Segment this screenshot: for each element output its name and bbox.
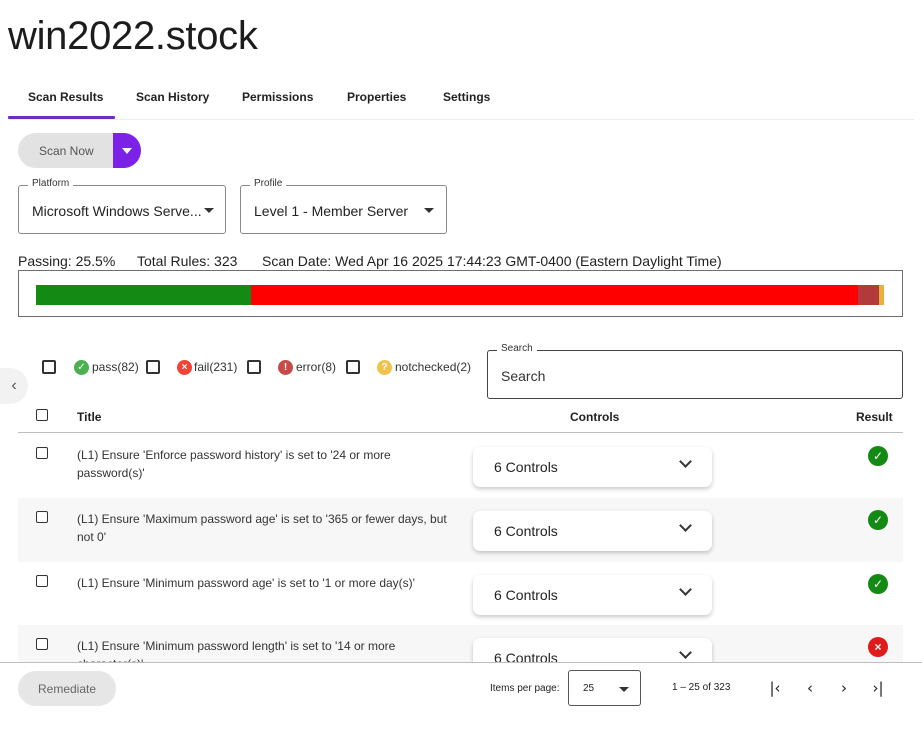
row-checkbox[interactable] xyxy=(36,447,48,459)
previous-page-button[interactable]: ‹ xyxy=(799,677,821,699)
tab-scan-results[interactable]: Scan Results xyxy=(28,90,103,104)
filter-pass-label: pass(82) xyxy=(92,360,139,374)
caret-down-icon xyxy=(424,208,434,213)
chevron-down-icon xyxy=(679,455,692,468)
filter-error-label: error(8) xyxy=(296,360,337,374)
filter-pass-checkbox[interactable] xyxy=(42,360,56,374)
chevron-down-icon xyxy=(679,646,692,659)
row-title: (L1) Ensure 'Maximum password age' is se… xyxy=(77,512,447,544)
table-row[interactable]: (L1) Ensure 'Maximum password age' is se… xyxy=(18,498,903,562)
row-title: (L1) Ensure 'Enforce password history' i… xyxy=(77,448,391,480)
chevron-left-icon: ‹ xyxy=(807,679,813,697)
last-page-icon: ›| xyxy=(872,679,884,697)
filter-fail-label: fail(231) xyxy=(194,360,238,374)
caret-down-icon xyxy=(204,208,214,213)
last-page-button[interactable]: ›| xyxy=(867,677,889,699)
exclamation-circle-icon: ! xyxy=(278,360,293,375)
bar-segment-notchecked xyxy=(878,285,884,305)
column-header-result: Result xyxy=(856,410,893,424)
check-circle-icon: ✓ xyxy=(74,360,89,375)
controls-dropdown[interactable]: 6 Controls xyxy=(473,447,712,487)
column-header-controls: Controls xyxy=(570,410,620,424)
platform-value: Microsoft Windows Serve... xyxy=(32,203,202,219)
platform-select[interactable]: Platform Microsoft Windows Serve... xyxy=(18,178,226,234)
chevron-left-icon: ‹ xyxy=(11,377,17,394)
caret-down-icon xyxy=(122,147,132,154)
chevron-down-icon xyxy=(679,519,692,532)
table-row[interactable]: (L1) Ensure 'Enforce password history' i… xyxy=(18,434,903,498)
row-title: (L1) Ensure 'Minimum password age' is se… xyxy=(77,576,415,590)
x-circle-icon: × xyxy=(868,637,888,657)
controls-label: 6 Controls xyxy=(494,587,558,603)
remediate-button[interactable]: Remediate xyxy=(18,671,116,706)
check-circle-icon: ✓ xyxy=(868,510,888,530)
items-per-page-select[interactable]: 25 xyxy=(568,670,641,706)
controls-dropdown[interactable]: 6 Controls xyxy=(473,575,712,615)
select-all-checkbox[interactable] xyxy=(36,409,48,421)
check-circle-icon: ✓ xyxy=(868,574,888,594)
controls-label: 6 Controls xyxy=(494,523,558,539)
row-checkbox[interactable] xyxy=(36,511,48,523)
scan-date: Scan Date: Wed Apr 16 2025 17:44:23 GMT-… xyxy=(262,253,722,269)
controls-dropdown[interactable]: 6 Controls xyxy=(473,511,712,551)
profile-value: Level 1 - Member Server xyxy=(254,203,409,219)
check-circle-icon: ✓ xyxy=(868,446,888,466)
page-title: win2022.stock xyxy=(8,14,258,58)
question-circle-icon: ? xyxy=(377,360,392,375)
filter-fail-checkbox[interactable] xyxy=(146,360,160,374)
results-bar xyxy=(18,270,903,317)
profile-label: Profile xyxy=(250,178,287,189)
passing-percentage: Passing: 25.5% xyxy=(18,253,116,269)
row-checkbox[interactable] xyxy=(36,575,48,587)
filter-error-checkbox[interactable] xyxy=(247,360,261,374)
collapse-panel-button[interactable]: ‹ xyxy=(0,368,28,404)
first-page-icon: |‹ xyxy=(769,679,781,697)
tab-scan-history[interactable]: Scan History xyxy=(136,90,209,104)
bar-segment-fail xyxy=(251,285,858,305)
search-input[interactable]: Search Search xyxy=(487,343,903,399)
total-rules: Total Rules: 323 xyxy=(137,253,238,269)
tab-bar: Scan Results Scan History Permissions Pr… xyxy=(8,80,914,120)
filter-notchecked-label: notchecked(2) xyxy=(395,360,472,374)
table-footer: Remediate Items per page: 25 1 – 25 of 3… xyxy=(0,662,922,738)
tab-settings[interactable]: Settings xyxy=(443,90,490,104)
bar-segment-pass xyxy=(36,285,252,305)
items-per-page-label: Items per page: xyxy=(490,683,560,694)
next-page-button[interactable]: › xyxy=(833,677,855,699)
x-circle-icon: × xyxy=(177,360,192,375)
table-row[interactable]: (L1) Ensure 'Minimum password age' is se… xyxy=(18,562,903,626)
tab-properties[interactable]: Properties xyxy=(347,90,406,104)
controls-label: 6 Controls xyxy=(494,459,558,475)
search-label: Search xyxy=(497,343,537,354)
scan-now-button[interactable]: Scan Now xyxy=(18,133,122,168)
search-placeholder: Search xyxy=(501,368,546,384)
row-checkbox[interactable] xyxy=(36,638,48,650)
tab-permissions[interactable]: Permissions xyxy=(242,90,313,104)
filter-notchecked-checkbox[interactable] xyxy=(346,360,360,374)
bar-segment-error xyxy=(857,285,879,305)
caret-down-icon xyxy=(619,687,629,692)
profile-select[interactable]: Profile Level 1 - Member Server xyxy=(240,178,447,234)
column-header-title[interactable]: Title xyxy=(77,410,101,424)
pagination-range: 1 – 25 of 323 xyxy=(672,682,731,693)
active-tab-indicator xyxy=(8,116,115,119)
table-header-divider xyxy=(18,432,903,433)
chevron-right-icon: › xyxy=(841,679,847,697)
chevron-down-icon xyxy=(679,583,692,596)
items-per-page-value: 25 xyxy=(583,683,595,694)
first-page-button[interactable]: |‹ xyxy=(764,677,786,699)
scan-options-dropdown[interactable] xyxy=(113,133,141,168)
platform-label: Platform xyxy=(28,178,74,189)
